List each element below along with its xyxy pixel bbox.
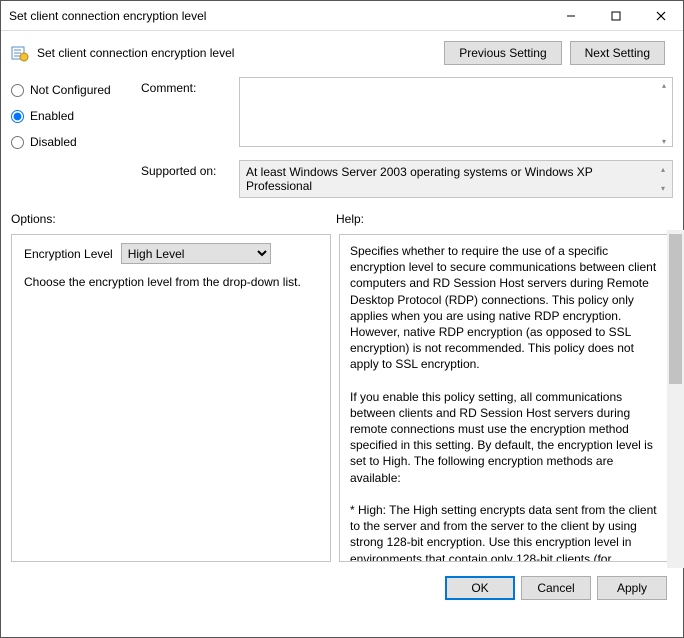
footer-buttons: OK Cancel Apply — [1, 568, 683, 610]
state-radios: Not Configured Enabled Disabled — [11, 77, 131, 198]
section-labels: Options: Help: — [1, 206, 683, 230]
scrollbar-thumb[interactable] — [669, 234, 682, 384]
radio-enabled-label: Enabled — [30, 109, 74, 123]
previous-setting-button[interactable]: Previous Setting — [444, 41, 561, 65]
panels: Encryption Level High Level Choose the e… — [1, 230, 683, 568]
header: Set client connection encryption level P… — [1, 31, 683, 77]
options-hint: Choose the encryption level from the dro… — [24, 274, 318, 291]
vertical-scrollbar[interactable] — [667, 230, 684, 568]
state-form: Not Configured Enabled Disabled Comment:… — [1, 77, 683, 206]
radio-disabled[interactable] — [11, 136, 24, 149]
maximize-button[interactable] — [593, 1, 638, 31]
radio-not-configured[interactable] — [11, 84, 24, 97]
titlebar: Set client connection encryption level — [1, 1, 683, 31]
radio-disabled-label: Disabled — [30, 135, 77, 149]
apply-button[interactable]: Apply — [597, 576, 667, 600]
minimize-button[interactable] — [548, 1, 593, 31]
comment-scroll[interactable]: ▴▾ — [656, 78, 672, 149]
supported-scroll[interactable]: ▴▾ — [655, 162, 671, 196]
close-button[interactable] — [638, 1, 683, 31]
supported-on-value: At least Windows Server 2003 operating s… — [246, 165, 593, 193]
ok-button[interactable]: OK — [445, 576, 515, 600]
help-label: Help: — [336, 212, 673, 226]
encryption-level-label: Encryption Level — [24, 247, 113, 261]
comment-label: Comment: — [141, 77, 231, 95]
next-setting-button[interactable]: Next Setting — [570, 41, 665, 65]
window-title: Set client connection encryption level — [9, 9, 548, 23]
policy-icon — [11, 44, 29, 62]
help-text: Specifies whether to require the use of … — [350, 243, 662, 562]
header-title: Set client connection encryption level — [37, 46, 444, 60]
encryption-level-select[interactable]: High Level — [121, 243, 271, 264]
supported-on-box: At least Windows Server 2003 operating s… — [239, 160, 673, 198]
supported-label: Supported on: — [141, 160, 231, 178]
cancel-button[interactable]: Cancel — [521, 576, 591, 600]
options-label: Options: — [11, 212, 336, 226]
comment-textarea[interactable] — [239, 77, 673, 147]
help-panel: Specifies whether to require the use of … — [339, 234, 673, 562]
options-panel: Encryption Level High Level Choose the e… — [11, 234, 331, 562]
radio-not-configured-label: Not Configured — [30, 83, 111, 97]
radio-enabled[interactable] — [11, 110, 24, 123]
